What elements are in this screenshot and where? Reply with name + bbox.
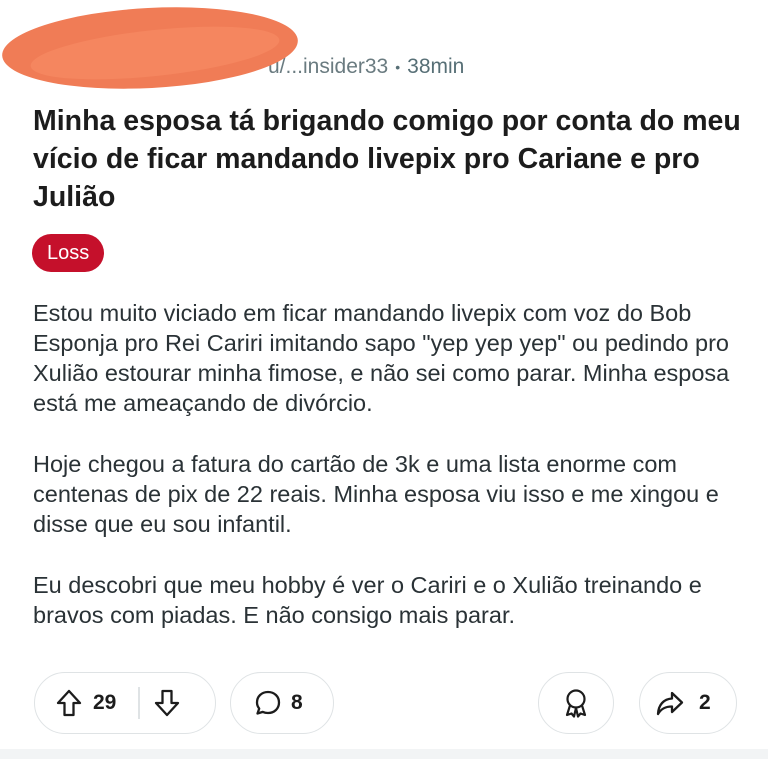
comment-bubble-icon xyxy=(253,688,283,718)
username[interactable]: u/...insider33 xyxy=(268,55,388,79)
body-paragraph: Hoje chegou a fatura do cartão de 3k e u… xyxy=(33,451,719,537)
upvote-arrow-icon[interactable] xyxy=(55,688,83,718)
share-count: 2 xyxy=(699,691,711,714)
action-bar: 29 8 2 xyxy=(0,672,768,738)
upvote-count: 29 xyxy=(93,691,117,714)
meta-separator: • xyxy=(395,59,401,75)
share-arrow-icon xyxy=(655,689,685,717)
comment-count: 8 xyxy=(291,691,303,714)
comments-button[interactable]: 8 xyxy=(230,672,334,734)
post-meta: u/...insider33 • 38min xyxy=(268,52,464,82)
feed-divider xyxy=(0,749,768,759)
award-button[interactable] xyxy=(538,672,614,734)
post-header: u/...insider33 • 38min xyxy=(0,0,768,96)
vote-control: 29 xyxy=(34,672,216,734)
downvote-arrow-icon[interactable] xyxy=(153,688,181,718)
share-button[interactable]: 2 xyxy=(639,672,737,734)
award-ribbon-icon xyxy=(561,687,591,719)
post-body: Estou muito viciado em ficar mandando li… xyxy=(33,298,743,661)
post-title[interactable]: Minha esposa tá brigando comigo por cont… xyxy=(33,102,743,216)
body-paragraph: Estou muito viciado em ficar mandando li… xyxy=(33,300,730,416)
body-paragraph: Eu descobri que meu hobby é ver o Cariri… xyxy=(33,572,702,628)
vote-divider xyxy=(138,687,140,719)
flair-badge[interactable]: Loss xyxy=(32,234,105,272)
post-time: 38min xyxy=(407,55,465,78)
